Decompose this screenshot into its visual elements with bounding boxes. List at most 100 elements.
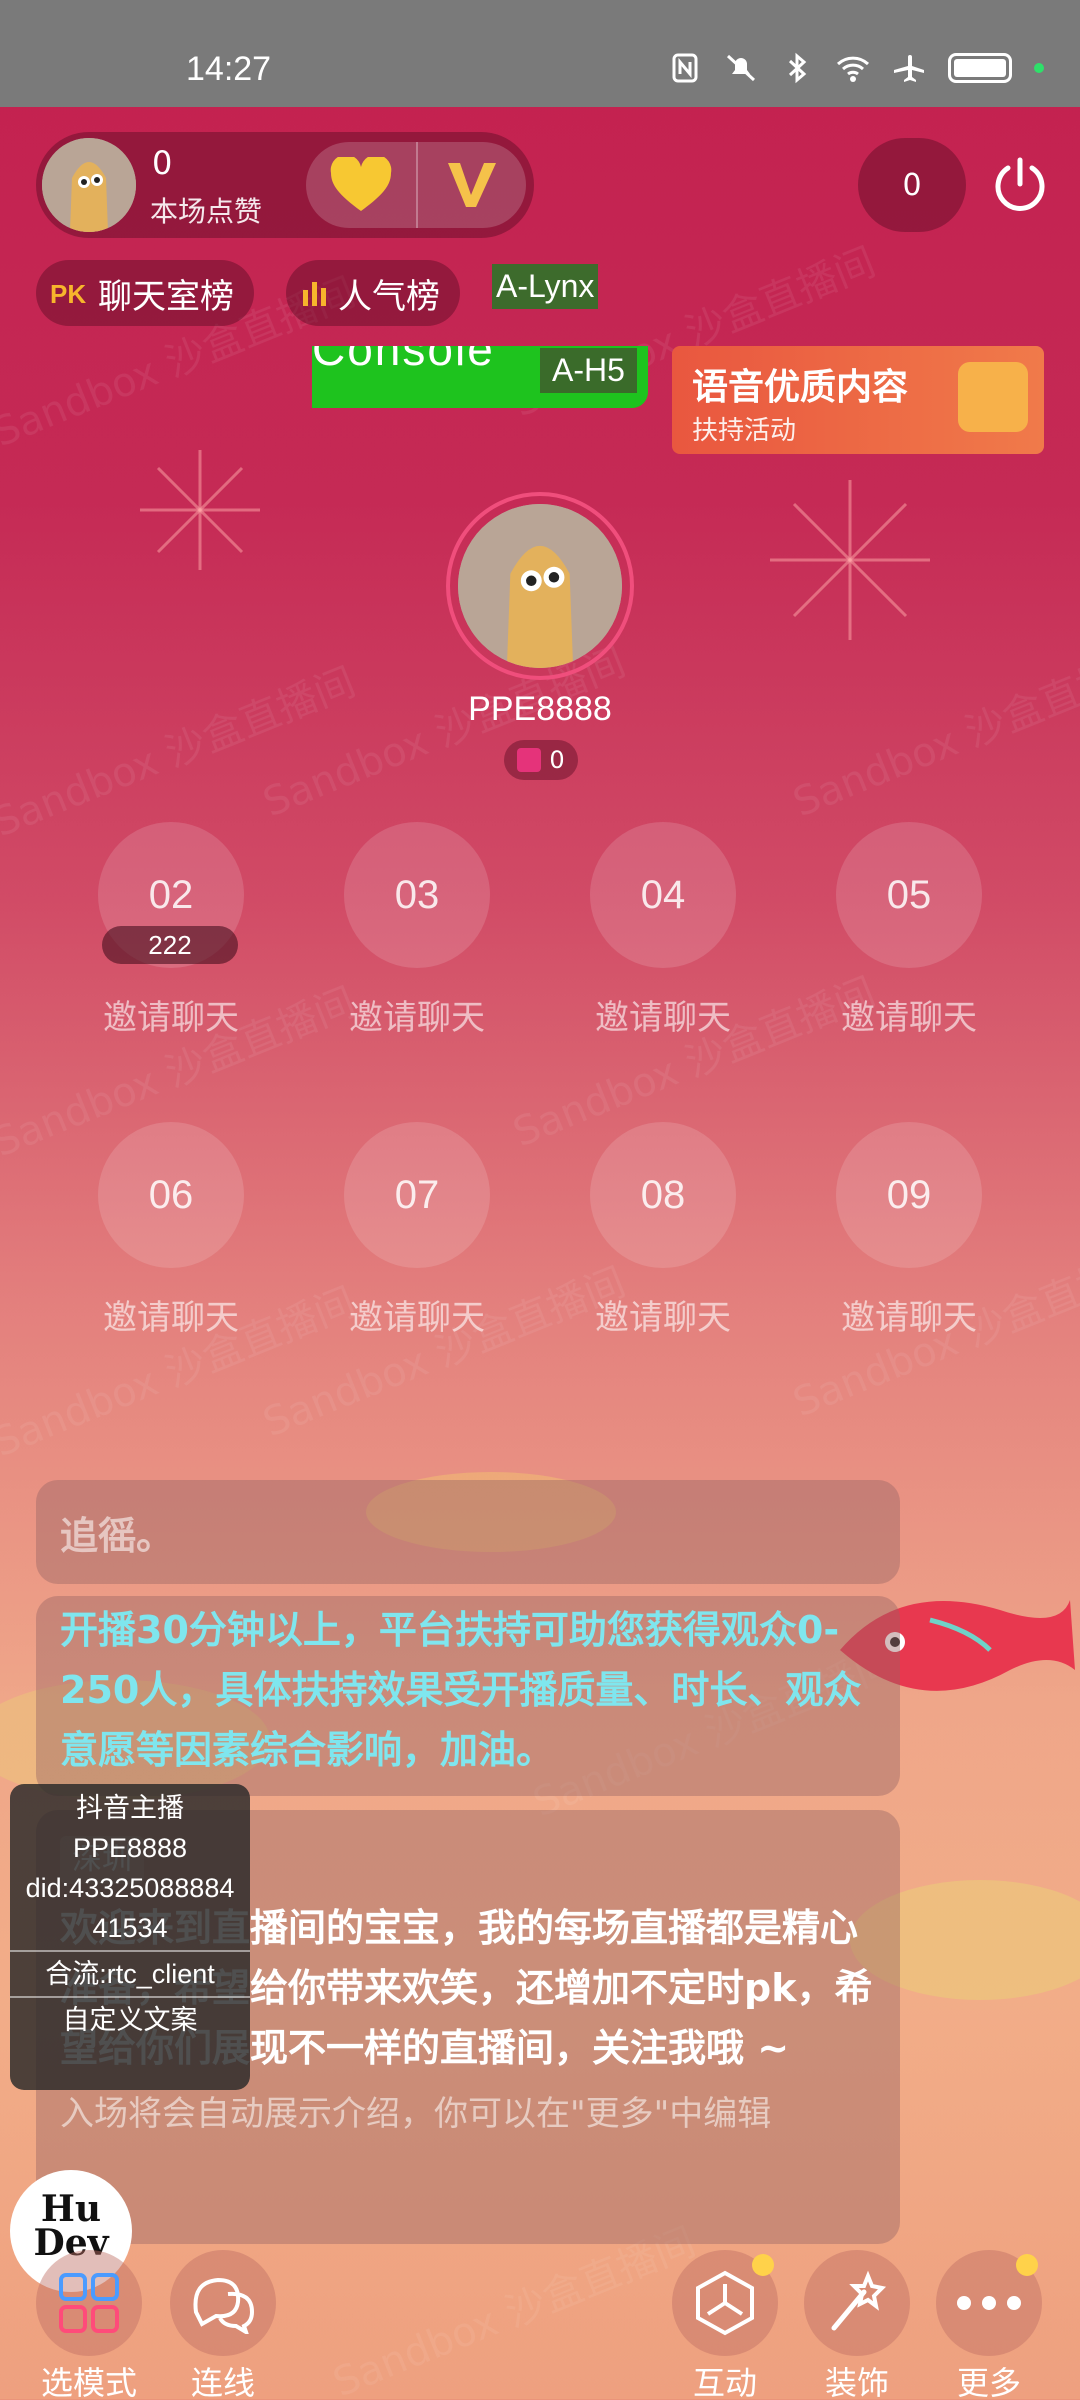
connect-label: 连线 (190, 2364, 255, 2400)
decorate-label: 装饰 (824, 2364, 889, 2400)
status-icons (668, 52, 1044, 84)
power-icon[interactable] (990, 154, 1050, 214)
chat-message: 追徭。 (36, 1480, 900, 1584)
more-label: 更多 (956, 2364, 1021, 2400)
magic-wand-icon (831, 2270, 887, 2331)
seat-label[interactable]: 邀请聊天 (71, 1290, 271, 1339)
banner-subtitle: 扶持活动 (692, 416, 797, 446)
host-info-pill[interactable]: 0 本场点赞 (36, 132, 534, 238)
bluetooth-icon (788, 52, 807, 84)
interact-icon (696, 2270, 754, 2336)
host-score: 0 (549, 746, 565, 774)
host-actions (306, 142, 526, 228)
avatar-image (42, 138, 136, 232)
seat-number: 05 (886, 872, 932, 917)
firework-decoration (770, 480, 930, 640)
verify-button[interactable] (416, 142, 526, 228)
seat-label[interactable]: 邀请聊天 (809, 1290, 1009, 1339)
score-icon (517, 748, 542, 772)
seat-number: 09 (886, 1172, 932, 1217)
debug-line: did:43325088884 (25, 1873, 235, 1903)
debug-line: 41534 (92, 1913, 168, 1943)
chat-message-text: 追徭。 (60, 1514, 175, 1558)
status-dot (1034, 63, 1044, 73)
seat-number: 06 (148, 1172, 194, 1217)
intro-edit-tip: 入场将会自动展示介绍，你可以在"更多"中编辑 (60, 2094, 772, 2134)
connect-button[interactable] (170, 2250, 276, 2356)
grid-icon (59, 2273, 119, 2333)
status-time: 14:27 (186, 50, 272, 88)
debug-line: PPE8888 (72, 1833, 188, 1863)
host-score-badge: 0 (504, 740, 578, 780)
debug-line: 抖音主播 (76, 1793, 184, 1823)
lynx-debug-tag[interactable]: A-Lynx (492, 264, 599, 309)
notification-dot (1016, 2254, 1038, 2276)
seat-number: 02 (148, 872, 194, 917)
seat-number: 04 (640, 872, 686, 917)
debug-info-panel: 抖音主播 PPE8888 did:43325088884 41534 合流:rt… (10, 1784, 250, 2090)
seat-number: 07 (394, 1172, 440, 1217)
connect-icon (193, 2277, 255, 2334)
mute-icon (726, 54, 756, 82)
seat-label[interactable]: 邀请聊天 (563, 990, 763, 1039)
notification-dot (752, 2254, 774, 2276)
divider (10, 1996, 250, 1998)
wifi-icon (836, 56, 870, 82)
seat-number: 08 (640, 1172, 686, 1217)
seat-label[interactable]: 邀请聊天 (71, 990, 271, 1039)
h5-debug-tag[interactable]: A-H5 (540, 348, 637, 393)
voice-content-banner[interactable]: 语音优质内容 扶持活动 (672, 346, 1044, 454)
watermark: Sandbox 沙盒直播间 (0, 659, 362, 847)
v-badge-icon (448, 163, 496, 207)
banner-title: 语音优质内容 (692, 367, 909, 408)
console-label: Console (312, 346, 495, 375)
seat-08[interactable]: 08 (590, 1122, 736, 1268)
more-icon (957, 2296, 1021, 2310)
seat-badge: 222 (102, 926, 238, 964)
gift-icon (958, 362, 1028, 432)
host-name: PPE8888 (468, 690, 612, 728)
seat-label[interactable]: 邀请聊天 (317, 990, 517, 1039)
seat-label[interactable]: 邀请聊天 (809, 990, 1009, 1039)
seat-03[interactable]: 03 (344, 822, 490, 968)
airplane-icon (894, 55, 924, 82)
custom-text-button[interactable]: 自定义文案 (10, 2000, 250, 2040)
interact-label: 互动 (692, 2364, 757, 2400)
system-tip-message: 开播30分钟以上，平台扶持可助您获得观众0-250人，具体扶持效果受开播质量、时… (36, 1596, 900, 1796)
avatar[interactable] (42, 138, 136, 232)
debug-line: 合流:rtc_client (45, 1959, 215, 1989)
decorate-button[interactable] (804, 2250, 910, 2356)
seat-label[interactable]: 邀请聊天 (317, 1290, 517, 1339)
seat-06[interactable]: 06 (98, 1122, 244, 1268)
seat-07[interactable]: 07 (344, 1122, 490, 1268)
nfc-icon (672, 53, 698, 83)
likes-label: 本场点赞 (150, 195, 263, 228)
likes-count: 0 (152, 144, 173, 182)
select-mode-label: 选模式 (40, 2364, 137, 2400)
chat-room-rank-button[interactable]: PK 聊天室榜 (36, 260, 254, 326)
seat-09[interactable]: 09 (836, 1122, 982, 1268)
firework-decoration (140, 450, 260, 570)
watermark: Sandbox 沙盒直播间 (256, 1259, 632, 1447)
online-count-button[interactable]: 0 (858, 138, 966, 232)
seat-label[interactable]: 邀请聊天 (563, 1290, 763, 1339)
watermark: Sandbox 沙盒直播间 (786, 639, 1080, 827)
hudev-line: Hu (40, 2188, 102, 2230)
host-avatar-image (458, 504, 622, 668)
pk-icon: PK (50, 279, 86, 309)
seat-number: 03 (394, 872, 440, 917)
popularity-rank-label: 人气榜 (338, 276, 440, 317)
heart-button[interactable] (306, 142, 416, 228)
svg-text:PK: PK (50, 279, 86, 309)
host-avatar[interactable] (446, 492, 634, 680)
bar-chart-icon (303, 282, 326, 306)
system-tip-text: 开播30分钟以上，平台扶持可助您获得观众0-250人，具体扶持效果受开播质量、时… (60, 1608, 862, 1772)
seat-04[interactable]: 04 (590, 822, 736, 968)
popularity-rank-button[interactable]: 人气榜 (286, 260, 460, 326)
status-bar: 14:27 (0, 0, 1080, 107)
seat-05[interactable]: 05 (836, 822, 982, 968)
heart-icon (330, 157, 392, 211)
select-mode-button[interactable] (36, 2250, 142, 2356)
divider (10, 1950, 250, 1952)
battery-icon (948, 53, 1012, 83)
